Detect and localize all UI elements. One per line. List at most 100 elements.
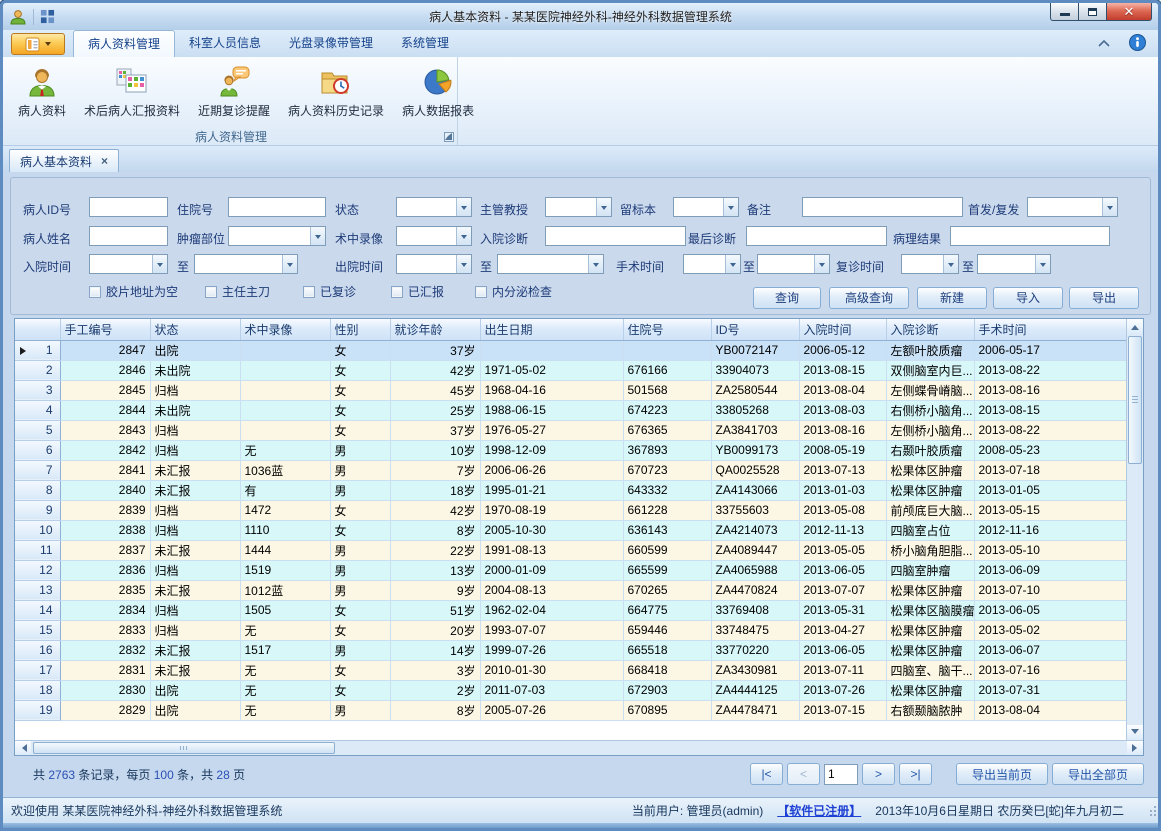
registered-link[interactable]: 【软件已注册】 xyxy=(777,802,861,819)
table-row[interactable]: 52843归档女37岁1976-05-27676365ZA38417032013… xyxy=(15,420,1126,440)
checkbox-chief-as-surgeon[interactable]: 主任主刀 xyxy=(205,283,270,300)
column-header-admission-diagnosis[interactable]: 入院诊断 xyxy=(886,319,974,340)
table-row[interactable]: 172831未汇报无女3岁2010-01-30668418ZA343098120… xyxy=(15,660,1126,680)
table-row[interactable]: 122836归档1519男13岁2000-01-09665599ZA406598… xyxy=(15,560,1126,580)
minimize-button[interactable] xyxy=(1050,3,1079,21)
column-header-status[interactable]: 状态 xyxy=(150,319,240,340)
scroll-up-button[interactable] xyxy=(1127,319,1143,334)
dropdown-arrow-icon[interactable] xyxy=(725,255,740,273)
dropdown-arrow-icon[interactable] xyxy=(456,255,471,273)
horizontal-scrollbar[interactable] xyxy=(15,740,1143,755)
table-row[interactable]: 162832未汇报1517男14岁1999-07-266655183377022… xyxy=(15,640,1126,660)
table-row[interactable]: 112837未汇报1444男22岁1991-08-13660599ZA40894… xyxy=(15,540,1126,560)
checkbox-revisited[interactable]: 已复诊 xyxy=(303,283,356,300)
dropdown-arrow-icon[interactable] xyxy=(943,255,958,273)
checkbox-film-address-empty[interactable]: 胶片地址为空 xyxy=(89,283,178,300)
column-header-gender[interactable]: 性别 xyxy=(330,319,390,340)
ribbon-tab-patient-data-management[interactable]: 病人资料管理 xyxy=(73,30,175,58)
vertical-scrollbar[interactable] xyxy=(1126,319,1143,740)
export-all-pages-button[interactable]: 导出全部页 xyxy=(1052,763,1144,785)
column-header-intraop-video[interactable]: 术中录像 xyxy=(240,319,330,340)
status-select[interactable] xyxy=(396,197,472,217)
ribbon-item-recent-revisit-reminder[interactable]: 近期复诊提醒 xyxy=(189,61,279,128)
column-header-birth-date[interactable]: 出生日期 xyxy=(480,319,623,340)
table-row[interactable]: 152833归档无女20岁1993-07-0765944633748475201… xyxy=(15,620,1126,640)
table-row[interactable]: 192829出院无男8岁2005-07-26670895ZA4478471201… xyxy=(15,700,1126,720)
table-row[interactable]: 22846未出院女42岁1971-05-02676166339040732013… xyxy=(15,360,1126,380)
admission-date-to-select[interactable] xyxy=(194,254,298,274)
surgery-date-from-select[interactable] xyxy=(683,254,741,274)
table-row[interactable]: 182830出院无女2岁2011-07-03672903ZA4444125201… xyxy=(15,680,1126,700)
export-button[interactable]: 导出 xyxy=(1069,287,1139,309)
tab-patient-basic-info[interactable]: 病人基本资料 × xyxy=(9,149,119,172)
dropdown-arrow-icon[interactable] xyxy=(814,255,829,273)
pathology-result-input[interactable] xyxy=(950,226,1110,246)
discharge-date-to-select[interactable] xyxy=(497,254,604,274)
revisit-date-from-select[interactable] xyxy=(901,254,959,274)
info-icon[interactable] xyxy=(1129,34,1146,54)
table-row[interactable]: 32845归档女45岁1968-04-16501568ZA25805442013… xyxy=(15,380,1126,400)
import-button[interactable]: 导入 xyxy=(993,287,1063,309)
column-header-id-number[interactable]: ID号 xyxy=(711,319,799,340)
ribbon-item-postop-patient-report[interactable]: 术后病人汇报资料 xyxy=(75,61,189,128)
last-page-button[interactable]: >| xyxy=(899,763,932,785)
prev-page-button[interactable]: < xyxy=(787,763,820,785)
checkbox-endocrine-exam[interactable]: 内分泌检查 xyxy=(475,283,552,300)
close-tab-icon[interactable]: × xyxy=(101,155,108,167)
scroll-left-button[interactable] xyxy=(15,741,31,755)
column-header-admission-date[interactable]: 入院时间 xyxy=(799,319,886,340)
dialog-launcher-icon[interactable] xyxy=(444,132,454,142)
admission-no-input[interactable] xyxy=(228,197,326,217)
collapse-ribbon-chevron-icon[interactable] xyxy=(1097,37,1111,51)
ribbon-tab-department-staff-info[interactable]: 科室人员信息 xyxy=(175,30,275,57)
checkbox-reported[interactable]: 已汇报 xyxy=(391,283,444,300)
column-header-surgery-date[interactable]: 手术时间 xyxy=(974,319,1126,340)
admission-diagnosis-input[interactable] xyxy=(545,226,686,246)
next-page-button[interactable]: > xyxy=(862,763,895,785)
column-header-row-selector[interactable] xyxy=(15,319,60,340)
attending-professor-select[interactable] xyxy=(545,197,612,217)
table-row[interactable]: 142834归档1505女51岁1962-02-0466477533769408… xyxy=(15,600,1126,620)
close-button[interactable]: ✕ xyxy=(1107,3,1152,21)
table-row[interactable]: 42844未出院女25岁1988-06-15674223338052682013… xyxy=(15,400,1126,420)
dropdown-arrow-icon[interactable] xyxy=(1035,255,1050,273)
app-logo-icon[interactable] xyxy=(9,8,27,26)
patient-id-input[interactable] xyxy=(89,197,168,217)
table-row[interactable]: 132835未汇报1012蓝男9岁2004-08-13670265ZA44708… xyxy=(15,580,1126,600)
dropdown-arrow-icon[interactable] xyxy=(456,198,471,216)
dropdown-arrow-icon[interactable] xyxy=(723,198,738,216)
column-header-manual-number[interactable]: 手工编号 xyxy=(60,319,150,340)
dropdown-arrow-icon[interactable] xyxy=(282,255,297,273)
surgery-date-to-select[interactable] xyxy=(757,254,830,274)
dropdown-arrow-icon[interactable] xyxy=(588,255,603,273)
table-row[interactable]: 102838归档1110女8岁2005-10-30636143ZA4214073… xyxy=(15,520,1126,540)
ribbon-item-patient-data-history[interactable]: 病人资料历史记录 xyxy=(279,61,393,128)
export-current-page-button[interactable]: 导出当前页 xyxy=(956,763,1048,785)
dropdown-arrow-icon[interactable] xyxy=(152,255,167,273)
dropdown-arrow-icon[interactable] xyxy=(310,227,325,245)
ribbon-tab-system-management[interactable]: 系统管理 xyxy=(387,30,463,57)
first-page-button[interactable]: |< xyxy=(750,763,783,785)
ribbon-tab-disc-video-management[interactable]: 光盘录像带管理 xyxy=(275,30,387,57)
patient-name-input[interactable] xyxy=(89,226,168,246)
table-row[interactable]: 72841未汇报1036蓝男7岁2006-06-26670723QA002552… xyxy=(15,460,1126,480)
page-number-input[interactable] xyxy=(824,764,858,785)
admission-date-from-select[interactable] xyxy=(89,254,168,274)
final-diagnosis-input[interactable] xyxy=(746,226,887,246)
ribbon-item-patient-data[interactable]: 病人资料 xyxy=(9,61,75,128)
table-row[interactable]: 92839归档1472女42岁1970-08-19661228337556032… xyxy=(15,500,1126,520)
tumor-site-select[interactable] xyxy=(228,226,326,246)
app-menu-button[interactable] xyxy=(11,33,65,55)
maximize-button[interactable] xyxy=(1079,3,1107,21)
table-row[interactable]: 82840未汇报有男18岁1995-01-21643332ZA414306620… xyxy=(15,480,1126,500)
discharge-date-from-select[interactable] xyxy=(396,254,472,274)
table-row[interactable]: 62842归档无男10岁1998-12-09367893YB0099173200… xyxy=(15,440,1126,460)
query-button[interactable]: 查询 xyxy=(753,287,821,309)
column-header-admission-number[interactable]: 住院号 xyxy=(623,319,711,340)
scroll-right-button[interactable] xyxy=(1127,741,1143,755)
dropdown-arrow-icon[interactable] xyxy=(456,227,471,245)
vertical-scroll-thumb[interactable] xyxy=(1128,336,1142,464)
remarks-input[interactable] xyxy=(802,197,963,217)
specimen-kept-select[interactable] xyxy=(673,197,739,217)
revisit-date-to-select[interactable] xyxy=(977,254,1051,274)
